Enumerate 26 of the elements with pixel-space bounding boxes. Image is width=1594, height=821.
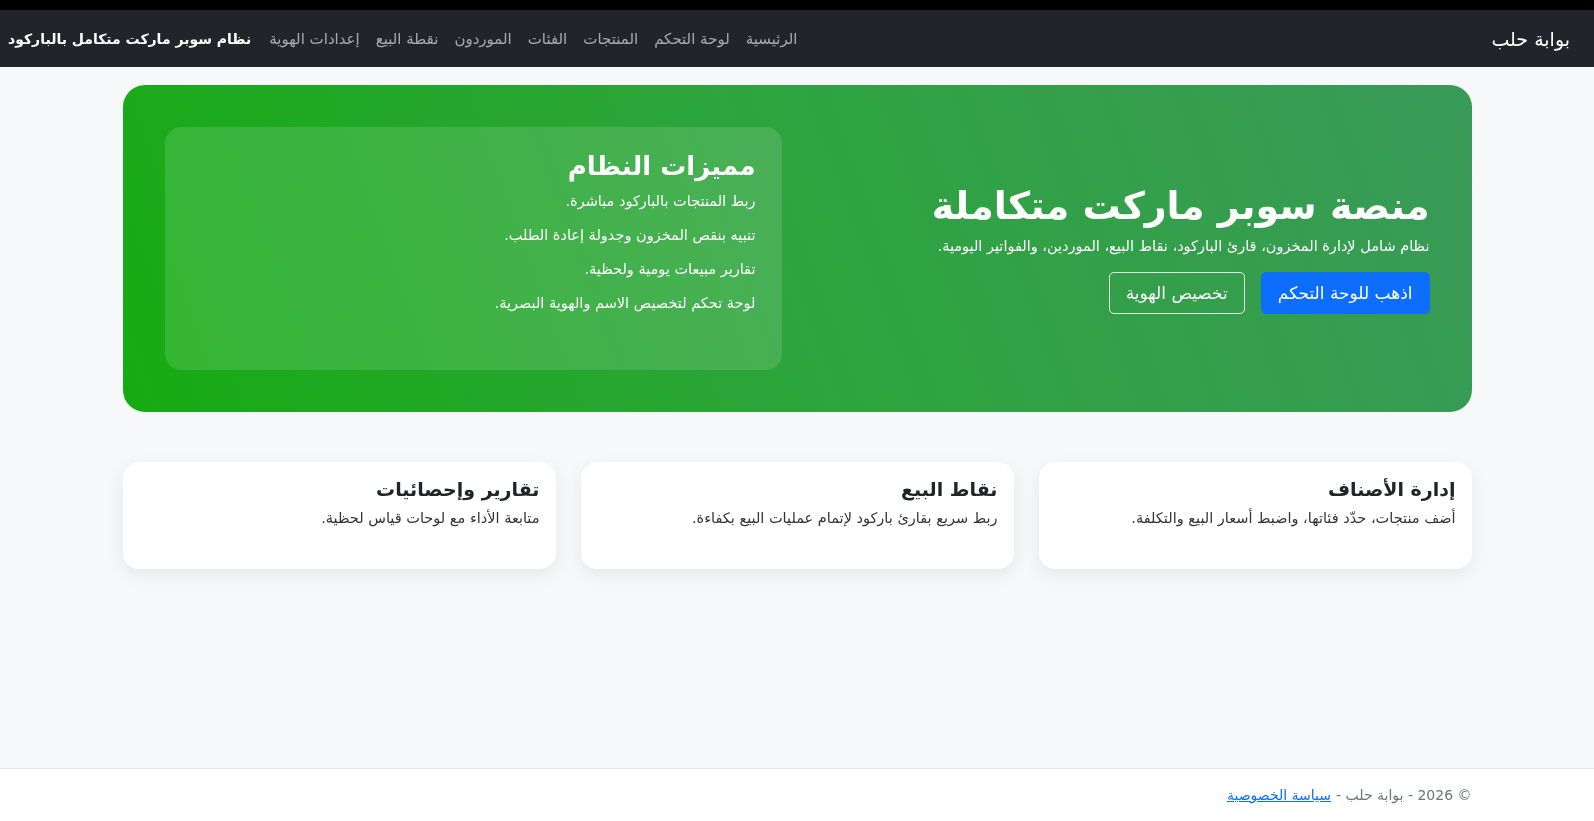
privacy-link[interactable]: سياسة الخصوصية bbox=[1226, 787, 1332, 803]
card-text: ربط سريع بقارئ باركود لإتمام عمليات البيع بكفاءة. bbox=[691, 510, 998, 526]
card-text: متابعة الأداء مع لوحات قياس لحظية. bbox=[320, 510, 540, 526]
nav-link[interactable]: الرئيسية bbox=[745, 29, 798, 48]
brand-link[interactable]: بوابة حلب bbox=[1491, 27, 1570, 50]
hero-subtitle: نظام شامل لإدارة المخزون، قارئ الباركود، نقاط البيع، الموردين، والفواتير اليومية. bbox=[937, 237, 1430, 254]
feature-item: تقارير مبيعات يومية ولحظية. bbox=[583, 261, 756, 277]
dashboard-button[interactable]: اذهب للوحة التحكم bbox=[1260, 271, 1430, 314]
nav-link[interactable]: الفئات bbox=[527, 29, 568, 48]
feature-item: ربط المنتجات بالباركود مباشرة. bbox=[564, 193, 756, 209]
features-title: مميزات النظام bbox=[566, 151, 756, 181]
navbar-tagline: نظام سوبر ماركت متكامل بالباركود bbox=[8, 30, 252, 47]
feature-item: تنبيه بنقص المخزون وجدولة إعادة الطلب. bbox=[503, 227, 756, 243]
nav-link[interactable]: إعدادات الهوية bbox=[269, 29, 360, 48]
nav-link[interactable]: نقطة البيع bbox=[375, 29, 439, 48]
card-title: إدارة الأصناف bbox=[1326, 478, 1456, 500]
nav-link[interactable]: المنتجات bbox=[583, 29, 639, 48]
card-title: تقارير وإحصائيات bbox=[375, 478, 540, 500]
nav-link[interactable]: الموردون bbox=[454, 29, 512, 48]
copyright-text: © 2026 - بوابة حلب - bbox=[1336, 787, 1472, 803]
card-text: أضف منتجات، حدّد فئاتها، واضبط أسعار البيع والتكلفة. bbox=[1130, 510, 1456, 526]
card-title: نقاط البيع bbox=[900, 478, 998, 500]
nav-link[interactable]: لوحة التحكم bbox=[654, 29, 730, 48]
feature-item: لوحة تحكم لتخصيص الاسم والهوية البصرية. bbox=[493, 295, 756, 311]
branding-button[interactable]: تخصيص الهوية bbox=[1108, 271, 1245, 314]
hero-title: منصة سوبر ماركت متكاملة bbox=[931, 183, 1430, 228]
